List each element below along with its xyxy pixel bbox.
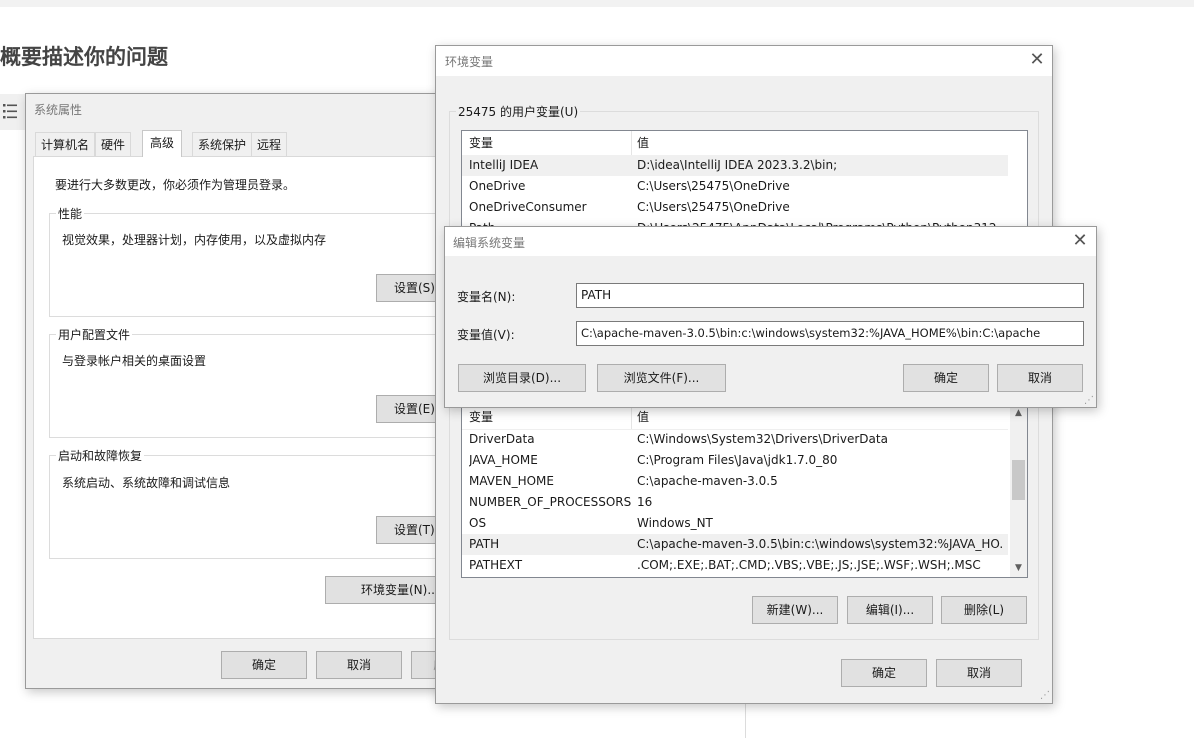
user-col-name-header[interactable]: 变量: [469, 131, 493, 156]
startup-recovery-desc: 系统启动、系统故障和调试信息: [62, 476, 231, 490]
performance-desc: 视觉效果，处理器计划，内存使用，以及虚拟内存: [62, 233, 327, 247]
system-properties-title: 系统属性: [34, 103, 83, 117]
variable-name-input[interactable]: PATH: [576, 283, 1084, 308]
table-row[interactable]: JAVA_HOME C:\Program Files\Java\jdk1.7.0…: [462, 450, 1008, 471]
table-row[interactable]: NUMBER_OF_PROCESSORS 16: [462, 492, 1008, 513]
env-cancel-button[interactable]: 取消: [936, 659, 1022, 687]
edit-title: 编辑系统变量: [453, 236, 526, 250]
scroll-down-icon[interactable]: ▼: [1010, 560, 1027, 577]
variable-name-label: 变量名(N):: [457, 290, 516, 304]
sys-var-name: OS: [469, 516, 487, 530]
tab-remote[interactable]: 远程: [251, 132, 288, 156]
edit-cancel-button[interactable]: 取消: [997, 364, 1083, 392]
user-variables-list[interactable]: 变量 值 IntelliJ IDEA D:\idea\IntelliJ IDEA…: [461, 130, 1028, 230]
user-variables-group-title: 25475 的用户变量(U): [456, 103, 581, 120]
system-variables-list[interactable]: 变量 值 DriverData C:\Windows\System32\Driv…: [461, 404, 1028, 578]
edit-titlebar: [445, 227, 1096, 256]
table-row[interactable]: PATH C:\apache-maven-3.0.5\bin:c:\window…: [462, 534, 1008, 555]
delete-variable-button[interactable]: 删除(L): [941, 596, 1027, 624]
browse-directory-button[interactable]: 浏览目录(D)...: [458, 364, 586, 392]
table-row[interactable]: OneDriveConsumer C:\Users\25475\OneDrive: [462, 197, 1008, 218]
env-title: 环境变量: [445, 55, 494, 69]
new-variable-button[interactable]: 新建(W)...: [752, 596, 838, 624]
sys-col-name-header[interactable]: 变量: [469, 405, 493, 430]
table-row[interactable]: OneDrive C:\Users\25475\OneDrive: [462, 176, 1008, 197]
sys-header-divider: [631, 405, 632, 429]
edit-ok-button[interactable]: 确定: [903, 364, 989, 392]
tab-advanced[interactable]: 高级: [142, 130, 183, 157]
top-strip: [0, 0, 1194, 7]
browse-file-button[interactable]: 浏览文件(F)...: [597, 364, 726, 392]
table-row[interactable]: DriverData C:\Windows\System32\Drivers\D…: [462, 429, 1008, 450]
sys-var-value: C:\apache-maven-3.0.5\bin:c:\windows\sys…: [637, 537, 1002, 551]
list-icon[interactable]: [0, 94, 26, 130]
sys-var-value: 16: [637, 495, 653, 509]
startup-recovery-group-title: 启动和故障恢复: [56, 447, 145, 464]
sys-var-name: MAVEN_HOME: [469, 474, 554, 488]
sys-list-header: 变量 值: [462, 405, 1008, 430]
system-list-scrollbar[interactable]: ▲ ▼: [1010, 405, 1027, 577]
env-titlebar: [436, 46, 1052, 76]
tab-system-protection[interactable]: 系统保护: [192, 132, 253, 156]
user-var-value: C:\Users\25475\OneDrive: [637, 179, 790, 193]
edit-close-icon[interactable]: ✕: [1070, 231, 1090, 251]
user-var-name: IntelliJ IDEA: [469, 158, 539, 172]
sys-var-value: C:\Program Files\Java\jdk1.7.0_80: [637, 453, 838, 467]
sys-var-name: PATH: [469, 537, 500, 551]
table-row[interactable]: MAVEN_HOME C:\apache-maven-3.0.5: [462, 471, 1008, 492]
sys-var-name: DriverData: [469, 432, 535, 446]
user-col-value-header[interactable]: 值: [637, 131, 649, 156]
admin-note: 要进行大多数更改，你必须作为管理员登录。: [55, 178, 296, 192]
sys-var-value: C:\Windows\System32\Drivers\DriverData: [637, 432, 888, 446]
user-list-header: 变量 值: [462, 131, 1008, 156]
sys-var-value: C:\apache-maven-3.0.5: [637, 474, 778, 488]
tab-computer-name[interactable]: 计算机名: [35, 132, 96, 156]
tab-hardware[interactable]: 硬件: [95, 132, 132, 156]
system-properties-ok-button[interactable]: 确定: [221, 651, 307, 679]
divider-line: [745, 703, 746, 738]
sys-var-name: NUMBER_OF_PROCESSORS: [469, 495, 632, 509]
edit-variable-button[interactable]: 编辑(I)...: [847, 596, 933, 624]
user-var-name: OneDrive: [469, 179, 526, 193]
sys-var-value: .COM;.EXE;.BAT;.CMD;.VBS;.VBE;.JS;.JSE;.…: [637, 558, 981, 572]
user-header-divider: [631, 131, 632, 155]
sys-var-name: PATHEXT: [469, 558, 523, 572]
user-profiles-group-title: 用户配置文件: [56, 326, 133, 343]
sys-col-value-header[interactable]: 值: [637, 405, 649, 430]
table-row[interactable]: IntelliJ IDEA D:\idea\IntelliJ IDEA 2023…: [462, 155, 1008, 176]
variable-value-input[interactable]: C:\apache-maven-3.0.5\bin:c:\windows\sys…: [576, 321, 1084, 346]
user-var-name: OneDriveConsumer: [469, 200, 587, 214]
page-heading: 概要描述你的问题: [0, 45, 168, 69]
env-ok-button[interactable]: 确定: [841, 659, 927, 687]
edit-resize-grip-icon[interactable]: ⋰: [1084, 396, 1094, 406]
system-properties-cancel-button[interactable]: 取消: [316, 651, 402, 679]
sys-var-name: JAVA_HOME: [469, 453, 538, 467]
sys-var-value: Windows_NT: [637, 516, 713, 530]
scroll-thumb[interactable]: [1012, 460, 1025, 500]
performance-group-title: 性能: [56, 205, 85, 222]
table-row[interactable]: PATHEXT .COM;.EXE;.BAT;.CMD;.VBS;.VBE;.J…: [462, 555, 1008, 576]
user-profiles-desc: 与登录帐户相关的桌面设置: [62, 354, 207, 368]
table-row[interactable]: OS Windows_NT: [462, 513, 1008, 534]
env-resize-grip-icon[interactable]: ⋰: [1040, 691, 1050, 701]
variable-value-label: 变量值(V):: [457, 328, 515, 342]
user-var-value: C:\Users\25475\OneDrive: [637, 200, 790, 214]
env-close-icon[interactable]: ✕: [1027, 50, 1047, 70]
user-var-value: D:\idea\IntelliJ IDEA 2023.3.2\bin;: [637, 158, 838, 172]
